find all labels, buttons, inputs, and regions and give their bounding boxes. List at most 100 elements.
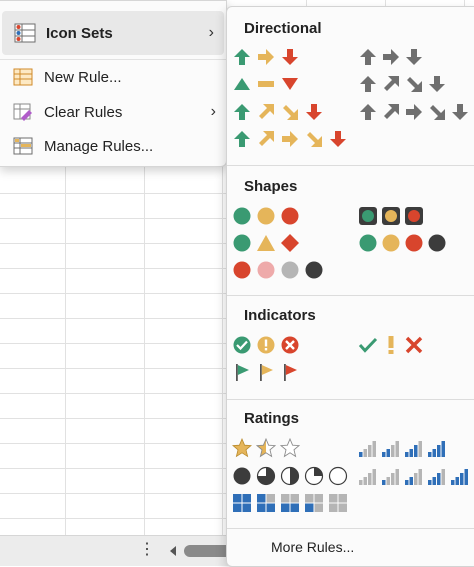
- arrow-down-icon: [306, 104, 322, 120]
- boxes-3-icon: [257, 494, 275, 512]
- dash-icon: [258, 81, 274, 87]
- red-circle-icon: [233, 261, 251, 279]
- arrow-up-right-icon: [384, 76, 399, 91]
- boxes-1-icon: [305, 494, 323, 512]
- triangle-up-icon: [234, 78, 250, 90]
- arrow-up-right-icon: [259, 131, 274, 146]
- more-rules-label: More Rules...: [271, 539, 355, 555]
- arrow-up-icon: [360, 76, 376, 92]
- boxes-4-icon: [233, 494, 251, 512]
- conditional-formatting-menu: Icon Sets › New Rule... Clear Rules › Ma…: [0, 0, 227, 167]
- signal-bars-1-icon: [359, 441, 376, 457]
- clear-rules-label: Clear Rules: [44, 103, 123, 121]
- arrow-up-icon: [360, 104, 376, 120]
- manage-rules-label: Manage Rules...: [44, 137, 154, 155]
- quarter-half-icon: [280, 466, 300, 486]
- arrow-right-icon: [383, 49, 399, 65]
- gray-circle-icon: [281, 261, 299, 279]
- arrow-down-icon: [330, 131, 346, 147]
- arrow-up-right-icon: [384, 104, 399, 119]
- star-half-icon: [256, 438, 276, 458]
- quarter-empty-icon: [328, 466, 348, 486]
- arrow-up-icon: [234, 104, 250, 120]
- signal-bars-3-icon: [405, 441, 422, 457]
- red-circle-icon: [405, 234, 423, 252]
- indicators-section-title: Indicators: [244, 307, 316, 324]
- section-divider: [227, 399, 474, 400]
- arrow-down-right-icon: [407, 77, 422, 92]
- arrow-up-icon: [234, 49, 250, 65]
- eraser-icon: [12, 101, 34, 123]
- icon-sets-menu-item[interactable]: Icon Sets ›: [2, 11, 224, 55]
- yellow-circle-icon: [257, 207, 275, 225]
- chevron-right-icon: ›: [210, 103, 216, 120]
- arrow-right-icon: [406, 104, 422, 120]
- icon-sets-icon: [14, 22, 36, 44]
- red-diamond-icon: [281, 234, 299, 252]
- new-rule-menu-item[interactable]: New Rule...: [0, 60, 226, 94]
- icon-sets-label: Icon Sets: [46, 24, 113, 42]
- arrow-up-right-icon: [259, 104, 274, 119]
- green-circle-icon: [359, 234, 377, 252]
- yellow-rimmed-light-icon: [382, 207, 400, 225]
- more-options-icon[interactable]: ⋮: [139, 541, 155, 559]
- section-divider: [227, 165, 474, 166]
- green-circle-icon: [233, 234, 251, 252]
- chevron-right-icon: ›: [208, 24, 214, 41]
- clear-rules-menu-item[interactable]: Clear Rules ›: [0, 95, 226, 129]
- black-circle-icon: [305, 261, 323, 279]
- quarter-one-icon: [304, 466, 324, 486]
- arrow-up-icon: [234, 131, 250, 147]
- directional-section-title: Directional: [244, 20, 322, 37]
- star-empty-icon: [280, 438, 300, 458]
- arrow-down-right-icon: [283, 105, 298, 120]
- exclamation-icon: [388, 336, 394, 354]
- x-icon: [405, 336, 423, 354]
- boxes-0-icon: [329, 494, 347, 512]
- arrow-up-icon: [360, 49, 376, 65]
- signal-bars-3-icon: [428, 469, 445, 485]
- arrow-down-right-icon: [430, 105, 445, 120]
- red-flag-icon: [284, 364, 297, 381]
- green-rimmed-light-icon: [359, 207, 377, 225]
- arrow-down-icon: [406, 49, 422, 65]
- new-rule-icon: [12, 66, 34, 88]
- arrow-right-icon: [258, 49, 274, 65]
- boxes-2-icon: [281, 494, 299, 512]
- arrow-down-icon: [452, 104, 468, 120]
- signal-bars-2-icon: [405, 469, 422, 485]
- green-circle-icon: [233, 207, 251, 225]
- green-flag-icon: [236, 364, 249, 381]
- yellow-flag-icon: [260, 364, 273, 381]
- check-circle-icon: [233, 336, 251, 354]
- section-divider: [227, 295, 474, 296]
- arrow-down-icon: [282, 49, 298, 65]
- signal-bars-4-icon: [428, 441, 445, 457]
- arrow-right-icon: [282, 131, 298, 147]
- arrow-down-icon: [429, 76, 445, 92]
- section-divider: [227, 528, 474, 529]
- signal-bars-0-icon: [359, 469, 376, 485]
- signal-bars-1-icon: [382, 469, 399, 485]
- red-rimmed-light-icon: [405, 207, 423, 225]
- exclamation-circle-icon: [257, 336, 275, 354]
- manage-rules-icon: [12, 135, 34, 157]
- check-icon: [358, 337, 378, 353]
- yellow-circle-icon: [382, 234, 400, 252]
- quarter-three-icon: [256, 466, 276, 486]
- triangle-down-icon: [282, 78, 298, 90]
- star-full-icon: [232, 438, 252, 458]
- shapes-section-title: Shapes: [244, 178, 298, 195]
- manage-rules-menu-item[interactable]: Manage Rules...: [0, 129, 226, 163]
- ratings-section-title: Ratings: [244, 410, 300, 427]
- quarter-full-icon: [233, 467, 251, 485]
- pink-circle-icon: [257, 261, 275, 279]
- more-rules-link[interactable]: More Rules...: [271, 539, 354, 555]
- signal-bars-4-icon: [451, 469, 468, 485]
- yellow-triangle-icon: [257, 235, 275, 251]
- new-rule-label: New Rule...: [44, 68, 122, 86]
- x-circle-icon: [281, 336, 299, 354]
- arrow-down-right-icon: [307, 132, 322, 147]
- black-circle-icon: [428, 234, 446, 252]
- scroll-left-icon[interactable]: [170, 546, 176, 556]
